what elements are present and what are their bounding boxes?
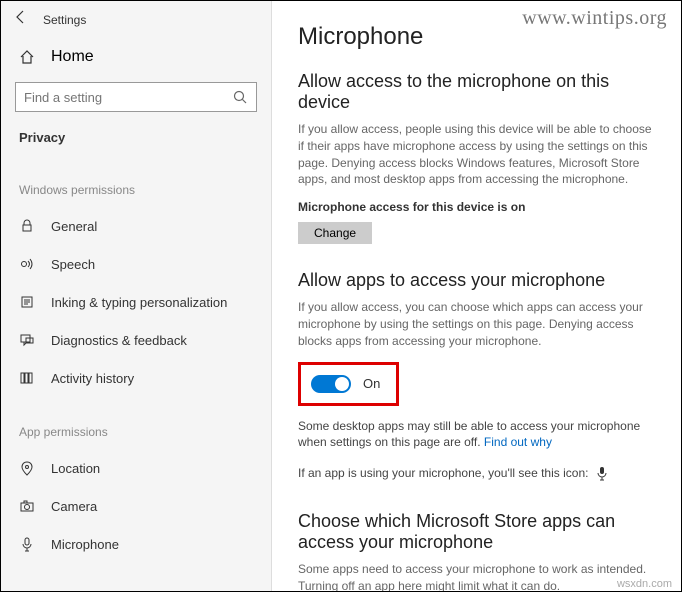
section1-desc: If you allow access, people using this d… bbox=[298, 121, 655, 188]
camera-icon bbox=[19, 498, 35, 514]
sidebar-item-general[interactable]: General bbox=[1, 207, 271, 245]
home-nav[interactable]: Home bbox=[1, 38, 271, 76]
watermark: www.wintips.org bbox=[522, 7, 667, 30]
section-header-windows: Windows permissions bbox=[1, 179, 271, 207]
nav-label: Microphone bbox=[51, 537, 119, 552]
change-button[interactable]: Change bbox=[298, 222, 372, 244]
home-label: Home bbox=[51, 48, 94, 66]
nav-label: Camera bbox=[51, 499, 97, 514]
category-label: Privacy bbox=[1, 122, 271, 155]
sidebar-item-diagnostics[interactable]: Diagnostics & feedback bbox=[1, 321, 271, 359]
speech-icon bbox=[19, 256, 35, 272]
sidebar-item-inking[interactable]: Inking & typing personalization bbox=[1, 283, 271, 321]
location-icon bbox=[19, 460, 35, 476]
toggle-state-label: On bbox=[363, 376, 380, 391]
nav-label: Speech bbox=[51, 257, 95, 272]
nav-label: Inking & typing personalization bbox=[51, 295, 227, 310]
mic-access-status: Microphone access for this device is on bbox=[298, 200, 655, 214]
allow-apps-toggle[interactable] bbox=[311, 375, 351, 393]
section3-desc: Some apps need to access your microphone… bbox=[298, 561, 655, 591]
titlebar: Settings bbox=[1, 1, 271, 38]
nav-label: Diagnostics & feedback bbox=[51, 333, 187, 348]
search-box[interactable] bbox=[15, 82, 257, 112]
sidebar-item-camera[interactable]: Camera bbox=[1, 487, 271, 525]
section-header-app: App permissions bbox=[1, 421, 271, 449]
nav-label: General bbox=[51, 219, 97, 234]
search-input[interactable] bbox=[24, 90, 232, 105]
sidebar-item-location[interactable]: Location bbox=[1, 449, 271, 487]
window-title: Settings bbox=[43, 13, 86, 27]
sidebar: Settings Home Privacy Windows permission… bbox=[1, 1, 271, 591]
feedback-icon bbox=[19, 332, 35, 348]
nav-label: Location bbox=[51, 461, 100, 476]
sidebar-item-activity[interactable]: Activity history bbox=[1, 359, 271, 397]
sidebar-item-speech[interactable]: Speech bbox=[1, 245, 271, 283]
find-out-why-link[interactable]: Find out why bbox=[484, 435, 552, 449]
home-icon bbox=[19, 49, 35, 65]
inking-icon bbox=[19, 294, 35, 310]
microphone-indicator-icon bbox=[594, 465, 610, 481]
search-icon bbox=[232, 89, 248, 105]
section2-title: Allow apps to access your microphone bbox=[298, 270, 655, 291]
section1-title: Allow access to the microphone on this d… bbox=[298, 71, 655, 113]
mic-indicator-note: If an app is using your microphone, you'… bbox=[298, 465, 655, 481]
microphone-icon bbox=[19, 536, 35, 552]
main-content: www.wintips.org Microphone Allow access … bbox=[271, 1, 681, 591]
sidebar-item-microphone[interactable]: Microphone bbox=[1, 525, 271, 563]
footer-host: wsxdn.com bbox=[617, 578, 672, 590]
section3-title: Choose which Microsoft Store apps can ac… bbox=[298, 511, 655, 553]
nav-label: Activity history bbox=[51, 371, 134, 386]
back-button[interactable] bbox=[13, 9, 29, 30]
desktop-apps-note: Some desktop apps may still be able to a… bbox=[298, 418, 655, 452]
allow-apps-toggle-row: On bbox=[298, 362, 399, 406]
arrow-left-icon bbox=[13, 9, 29, 25]
lock-icon bbox=[19, 218, 35, 234]
activity-icon bbox=[19, 370, 35, 386]
section2-desc: If you allow access, you can choose whic… bbox=[298, 299, 655, 349]
